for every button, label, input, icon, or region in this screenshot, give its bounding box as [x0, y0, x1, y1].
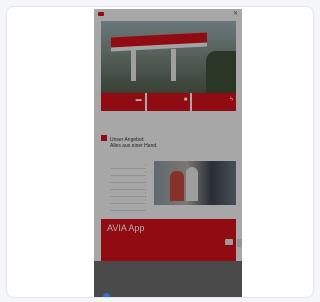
list-item[interactable]: ›	[110, 197, 146, 204]
feature-tile[interactable]: ϟ	[192, 93, 237, 111]
chevron-right-icon: ›	[144, 198, 146, 202]
bolt-icon: ϟ	[229, 97, 234, 103]
chevron-right-icon: ›	[144, 205, 146, 209]
tag-icon: ▬	[135, 97, 142, 103]
cookie-banner	[94, 261, 242, 297]
chevron-right-icon: ›	[144, 170, 146, 174]
avia-logo[interactable]	[98, 12, 104, 16]
list-item[interactable]: ›	[110, 169, 146, 176]
preview-card: ✕ ▬ ■ ϟ Unser Angebot: Alles aus einer H…	[6, 6, 314, 298]
cookie-settings-icon[interactable]	[103, 293, 110, 297]
list-item[interactable]: ›	[110, 183, 146, 190]
feature-tile[interactable]: ▬	[101, 93, 145, 111]
app-banner: AVIA App	[101, 219, 236, 263]
canopy-pillar	[171, 49, 176, 81]
chevron-right-icon: ›	[144, 163, 146, 167]
section-marker	[101, 135, 107, 141]
list-item[interactable]: ›	[110, 204, 146, 211]
person	[186, 167, 198, 201]
service-photo	[154, 161, 236, 205]
chevron-right-icon: ›	[144, 184, 146, 188]
feature-tiles: ▬ ■ ϟ	[101, 93, 237, 111]
section-heading: Unser Angebot: Alles aus einer Hand.	[110, 137, 158, 149]
car-icon: ■	[183, 97, 188, 103]
trees	[206, 51, 236, 93]
person	[170, 171, 184, 201]
website-preview: ✕ ▬ ■ ϟ Unser Angebot: Alles aus einer H…	[94, 9, 242, 297]
list-item[interactable]: ›	[110, 176, 146, 183]
app-title: AVIA App	[107, 223, 145, 233]
chevron-right-icon: ›	[144, 177, 146, 181]
close-icon[interactable]: ✕	[233, 10, 238, 17]
list-item[interactable]: ›	[110, 190, 146, 197]
canopy-pillar	[131, 49, 136, 81]
hero-image	[101, 21, 236, 93]
feature-tile[interactable]: ■	[146, 93, 191, 111]
chevron-right-icon: ›	[144, 191, 146, 195]
list-item[interactable]: ›	[110, 162, 146, 169]
app-store-button[interactable]	[225, 239, 233, 245]
scroll-to-top-button[interactable]	[237, 239, 242, 247]
services-list: › › › › › › ›	[110, 162, 146, 211]
